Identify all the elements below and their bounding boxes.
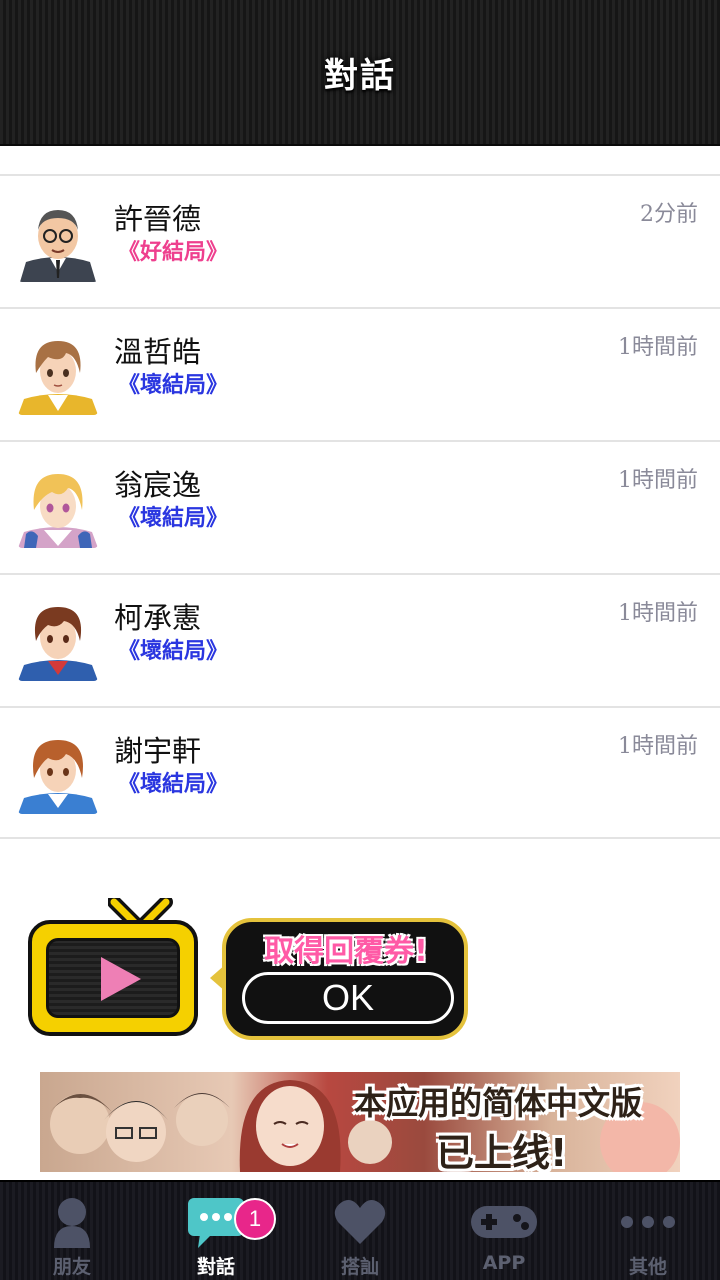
avatar-dark-brown-hair-boy-icon	[18, 599, 98, 681]
reward-bubble: 取得回覆券! OK	[222, 918, 468, 1040]
conversation-row[interactable]: 許晉德 《好結局》 2分前	[0, 174, 720, 307]
unread-badge: 1	[234, 1198, 276, 1240]
avatar-older-man-glasses-icon	[18, 200, 98, 282]
contact-name: 謝宇軒	[114, 734, 202, 768]
ok-button[interactable]: OK	[242, 972, 454, 1024]
ad-subheadline: 已上线!	[436, 1131, 568, 1172]
contact-name: 許晉德	[114, 202, 202, 236]
ending-tag: 《壞結局》	[118, 506, 229, 531]
avatar-brown-hair-boy-icon	[18, 333, 98, 415]
tab-friends[interactable]: 朋友	[0, 1182, 144, 1280]
tv-screen	[46, 938, 180, 1018]
avatar-auburn-hair-boy-icon	[18, 732, 98, 814]
reward-title: 取得回覆券!	[264, 934, 428, 969]
ending-tag: 《好結局》	[118, 240, 229, 265]
timestamp: 2分前	[640, 202, 698, 227]
tab-label: 朋友	[52, 1256, 91, 1278]
conversation-row[interactable]: 溫哲皓 《壞結局》 1時間前	[0, 307, 720, 440]
timestamp: 1時間前	[618, 468, 698, 493]
ending-tag: 《壞結局》	[118, 639, 229, 664]
gamepad-icon	[469, 1196, 539, 1248]
tab-app[interactable]: APP	[432, 1182, 576, 1280]
conversation-row[interactable]: 謝宇軒 《壞結局》 1時間前	[0, 706, 720, 839]
avatar	[18, 732, 98, 814]
heart-icon	[334, 1196, 386, 1248]
header-bar: 對話	[0, 0, 720, 146]
tab-label: 對話	[196, 1256, 235, 1278]
tab-chat[interactable]: 對話 1	[144, 1182, 288, 1280]
avatar	[18, 466, 98, 548]
play-icon	[101, 957, 141, 1001]
conversation-list: 許晉德 《好結局》 2分前 溫哲皓 《壞結局》 1時間前 翁宸逸 《壞結局》 1…	[0, 174, 720, 839]
reward-video-banner[interactable]: 取得回覆券! OK	[26, 898, 476, 1048]
timestamp: 1時間前	[618, 734, 698, 759]
tab-other[interactable]: 其他	[576, 1182, 720, 1280]
ad-headline: 本应用的简体中文版	[354, 1084, 643, 1122]
tab-label: 搭訕	[340, 1256, 379, 1278]
timestamp: 1時間前	[618, 601, 698, 626]
contact-name: 溫哲皓	[114, 335, 202, 369]
conversation-row[interactable]: 柯承憲 《壞結局》 1時間前	[0, 573, 720, 706]
more-dots-icon	[620, 1196, 676, 1248]
avatar-blonde-boy-icon	[18, 466, 98, 548]
bottom-tab-bar: 朋友 對話 1 搭訕 APP 其他	[0, 1180, 720, 1280]
ad-banner[interactable]: 本应用的简体中文版 已上线!	[40, 1072, 680, 1172]
ending-tag: 《壞結局》	[118, 772, 229, 797]
timestamp: 1時間前	[618, 335, 698, 360]
conversation-row[interactable]: 翁宸逸 《壞結局》 1時間前	[0, 440, 720, 573]
avatar	[18, 599, 98, 681]
contact-name: 翁宸逸	[114, 468, 202, 502]
contact-name: 柯承憲	[114, 601, 202, 635]
avatar	[18, 200, 98, 282]
person-icon	[52, 1196, 92, 1248]
tv-play-icon	[28, 920, 198, 1036]
tab-label: APP	[482, 1252, 526, 1274]
page-title: 對話	[324, 55, 396, 96]
ending-tag: 《壞結局》	[118, 373, 229, 398]
tab-label: 其他	[628, 1256, 667, 1278]
avatar	[18, 333, 98, 415]
tab-flirt[interactable]: 搭訕	[288, 1182, 432, 1280]
